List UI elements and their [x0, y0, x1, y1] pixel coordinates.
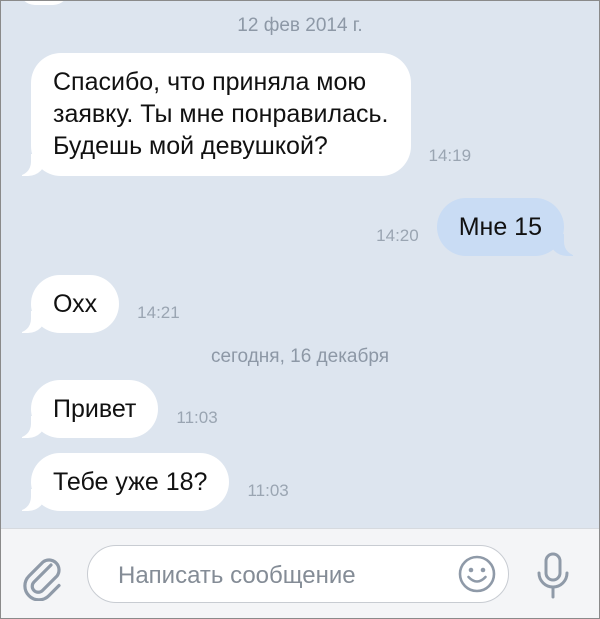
message-outgoing[interactable]: 14:20 Мне 15	[358, 198, 585, 256]
attach-button[interactable]	[21, 555, 65, 602]
message-bubble[interactable]: Мне 15	[436, 198, 585, 256]
message-incoming[interactable]: Тебе уже 18? 11:03	[10, 453, 307, 511]
message-time: 14:19	[428, 146, 472, 165]
emoji-button[interactable]	[456, 553, 498, 595]
message-bubble[interactable]: Охх	[10, 275, 120, 333]
message-input[interactable]: Написать сообщение	[87, 545, 509, 603]
microphone-icon	[537, 552, 569, 599]
message-time: 11:03	[247, 481, 289, 500]
message-input-placeholder: Написать сообщение	[118, 562, 356, 589]
composer-bar: Написать сообщение	[1, 528, 599, 618]
message-time: 14:20	[376, 226, 419, 245]
date-separator: 12 фев 2014 г.	[237, 15, 363, 36]
message-incoming[interactable]: Спасибо, что приняла мою заявку. Ты мне …	[11, 53, 489, 176]
message-bubble[interactable]: Привет	[10, 380, 159, 438]
message-incoming[interactable]: Охх 14:21	[10, 275, 198, 333]
message-time: 14:21	[137, 303, 180, 322]
message-bubble[interactable]: Тебе уже 18?	[10, 453, 230, 511]
voice-message-button[interactable]	[535, 551, 571, 601]
message-incoming[interactable]: Привет 11:03	[10, 380, 236, 438]
paperclip-icon	[23, 558, 61, 602]
message-history[interactable]: 12 фев 2014 г. Спасибо, что приняла мою …	[1, 1, 599, 528]
message-bubble[interactable]: Спасибо, что приняла мою заявку. Ты мне …	[11, 53, 411, 176]
previous-message-bubble	[19, 1, 69, 5]
smile-icon	[458, 555, 496, 593]
date-separator: сегодня, 16 декабря	[210, 346, 390, 367]
message-time: 11:03	[176, 408, 218, 427]
